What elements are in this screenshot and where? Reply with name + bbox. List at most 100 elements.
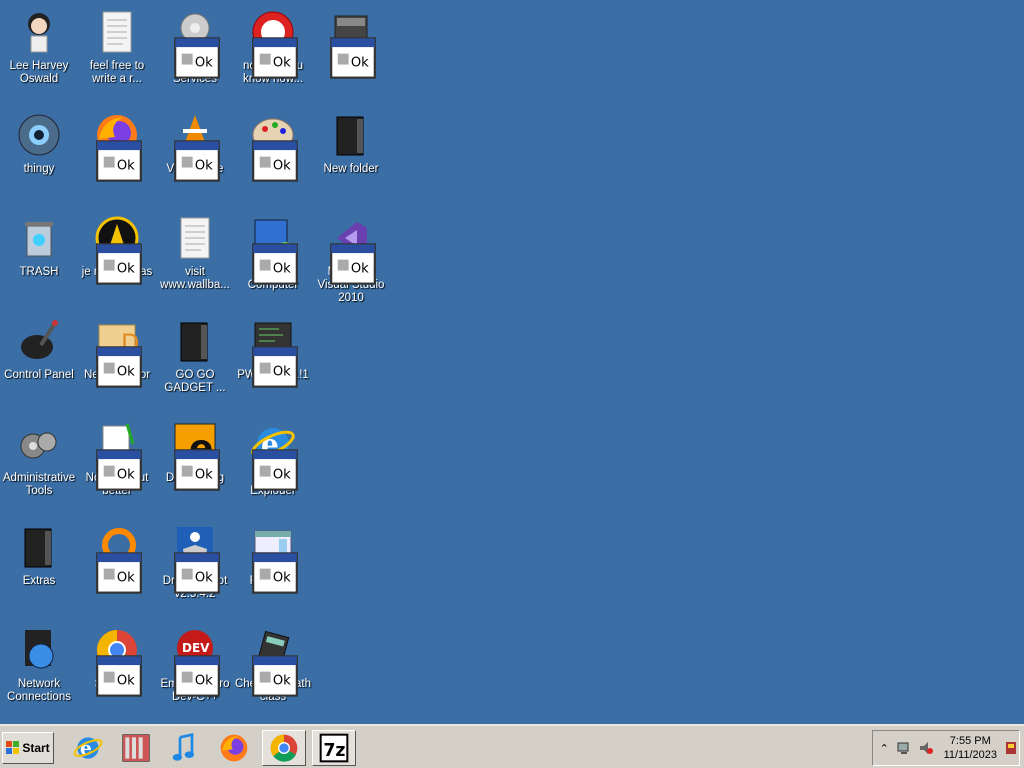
desktop-icon[interactable]: New folder [312,105,390,205]
show-hidden-icons-chevron-icon[interactable]: ⌃ [879,740,890,756]
desktop-icon[interactable]: Network Connections [0,620,78,720]
desktop-icon-label: Extras [22,575,56,587]
desktop-icon[interactable]: DOkNerd's Editor [78,311,156,411]
svg-text:Ok: Ok [195,56,213,71]
svg-text:Ok: Ok [273,571,291,586]
svg-text:Ok: Ok [273,262,291,277]
text-document-icon [93,8,141,56]
desktop-icon[interactable]: Okje n'AIMe Pas [78,208,156,308]
desktop-icon[interactable]: OkFake Computer [234,208,312,308]
desktop-icon-label: visit www.wallba... [160,266,230,291]
desktop-icon[interactable]: Administrative Tools [0,414,78,514]
shortcut-overlay-icon: Ok [173,652,220,697]
character-icon [15,8,63,56]
edit-e-icon: e Ok [171,420,220,491]
desktop-icon[interactable]: TRASH [0,208,78,308]
desktop-icon[interactable]: OkNotepad but better [78,414,156,514]
desktop-icon[interactable]: OkVee El See [156,105,234,205]
desktop-icon[interactable]: thingy [0,105,78,205]
shortcut-overlay-icon: Ok [95,446,142,491]
visual-studio-icon: Ok [327,214,376,285]
svg-text:Ok: Ok [273,468,291,483]
webcam-icon [15,111,63,159]
shortcut-overlay-icon: Ok [251,240,298,285]
taskbar-button-7zip[interactable]: 7z [312,730,356,766]
taskbar-button-chrome[interactable] [262,730,306,766]
shield-app-icon: Ok [171,523,220,594]
start-button[interactable]: Start [2,732,54,764]
clock-date: 11/11/2023 [943,749,997,761]
taskbar-button-internet-explorer[interactable]: e [66,730,110,766]
desktop-icon[interactable]: OkCheat for math class [234,620,312,720]
desktop-icon[interactable]: OkPWNED!1!1!1 [234,311,312,411]
shortcut-overlay-icon: Ok [173,137,220,182]
desktop-icon[interactable]: OkFoxfire [78,105,156,205]
desktop-icon[interactable]: DEV+OkEmbarcadero Dev-C++ [156,620,234,720]
desktop-icon[interactable]: Oknone of you know how... [234,2,312,102]
desktop-icon[interactable]: OkPAIN-t [234,105,312,205]
desktop-icon[interactable]: OkMicrosoft Visual Studio 2010 [312,208,390,308]
internet-explorer-icon: e Ok [249,420,298,491]
red-circle-icon: Ok [249,8,298,79]
network-tray-icon[interactable] [896,740,912,756]
svg-text:Ok: Ok [195,571,213,586]
svg-text:Ok: Ok [117,159,135,174]
shortcut-overlay-icon: Ok [173,549,220,594]
desktop-icon[interactable]: Lee Harvey Oswald [0,2,78,102]
desktop-icon-label: New folder [323,163,379,175]
volume-muted-icon[interactable] [918,740,934,756]
desktop-icon-label: Network Connections [7,678,71,703]
shortcut-overlay-icon: Ok [329,34,376,79]
shortcut-overlay-icon: Ok [95,137,142,182]
clock[interactable]: 7:55 PM 11/11/2023 [944,734,997,762]
desktop-icon-label: feel free to write a r... [89,60,145,85]
desktop-icon[interactable]: eOkInternet Exploder [234,414,312,514]
terminal-icon: Ok [249,317,298,388]
desktop-icon[interactable]: OkStupid Services [156,2,234,102]
windows-flag-icon [6,741,20,754]
desktop-icon[interactable]: Extras [0,517,78,617]
start-label: Start [22,741,50,755]
recycle-bin-icon [15,214,63,262]
desktop-icon[interactable]: GO GO GADGET ... [156,311,234,411]
shortcut-overlay-icon: Ok [329,240,376,285]
action-center-flag-icon[interactable] [1003,740,1019,756]
svg-text:Ok: Ok [273,56,291,71]
desktop-icon[interactable]: Control Panel [0,311,78,411]
svg-text:Ok: Ok [273,674,291,689]
desktop-icon[interactable]: OkNothing [78,517,156,617]
chrome-icon [270,734,298,762]
remote-desktop-icon: Ok [249,214,298,285]
folder-black-icon [327,111,375,159]
admin-gears-icon [15,420,63,468]
desktop-icon[interactable]: OkDriver Robot v2.5.4.2 [156,517,234,617]
folder-black-icon [15,523,63,571]
shortcut-overlay-icon: Ok [173,446,220,491]
desktop-icon[interactable]: OkSpyware [78,620,156,720]
svg-text:Ok: Ok [117,468,135,483]
svg-text:Ok: Ok [273,159,291,174]
svg-text:Ok: Ok [117,262,135,277]
taskbar-button-firefox[interactable] [212,730,256,766]
firefox-icon: Ok [93,111,142,182]
desktop-icon[interactable]: feel free to write a r... [78,2,156,102]
desktop-icon[interactable]: OkFCKDSK [234,517,312,617]
internet-explorer-icon: e [73,737,103,760]
folder-dark-icon: Ok [327,8,376,79]
taskbar-button-archive-app[interactable] [114,730,158,766]
taskbar-button-music-note[interactable] [162,730,206,766]
shortcut-overlay-icon: Ok [251,652,298,697]
archive-app-icon [122,734,150,762]
text-document-icon [171,214,219,262]
desktop[interactable]: Lee Harvey Oswald feel free to write a r.… [0,0,1024,724]
desktop-icon[interactable]: visit www.wallba... [156,208,234,308]
desktop-icon[interactable]: eOkDick in Egg [156,414,234,514]
aim-icon: Ok [93,214,142,285]
shortcut-overlay-icon: Ok [173,34,220,79]
svg-text:Ok: Ok [195,159,213,174]
shortcut-overlay-icon: Ok [95,549,142,594]
desktop-icon[interactable]: Okno [312,2,390,102]
desktop-icon-label: TRASH [19,266,59,278]
svg-text:Ok: Ok [117,365,135,380]
shortcut-overlay-icon: Ok [251,446,298,491]
